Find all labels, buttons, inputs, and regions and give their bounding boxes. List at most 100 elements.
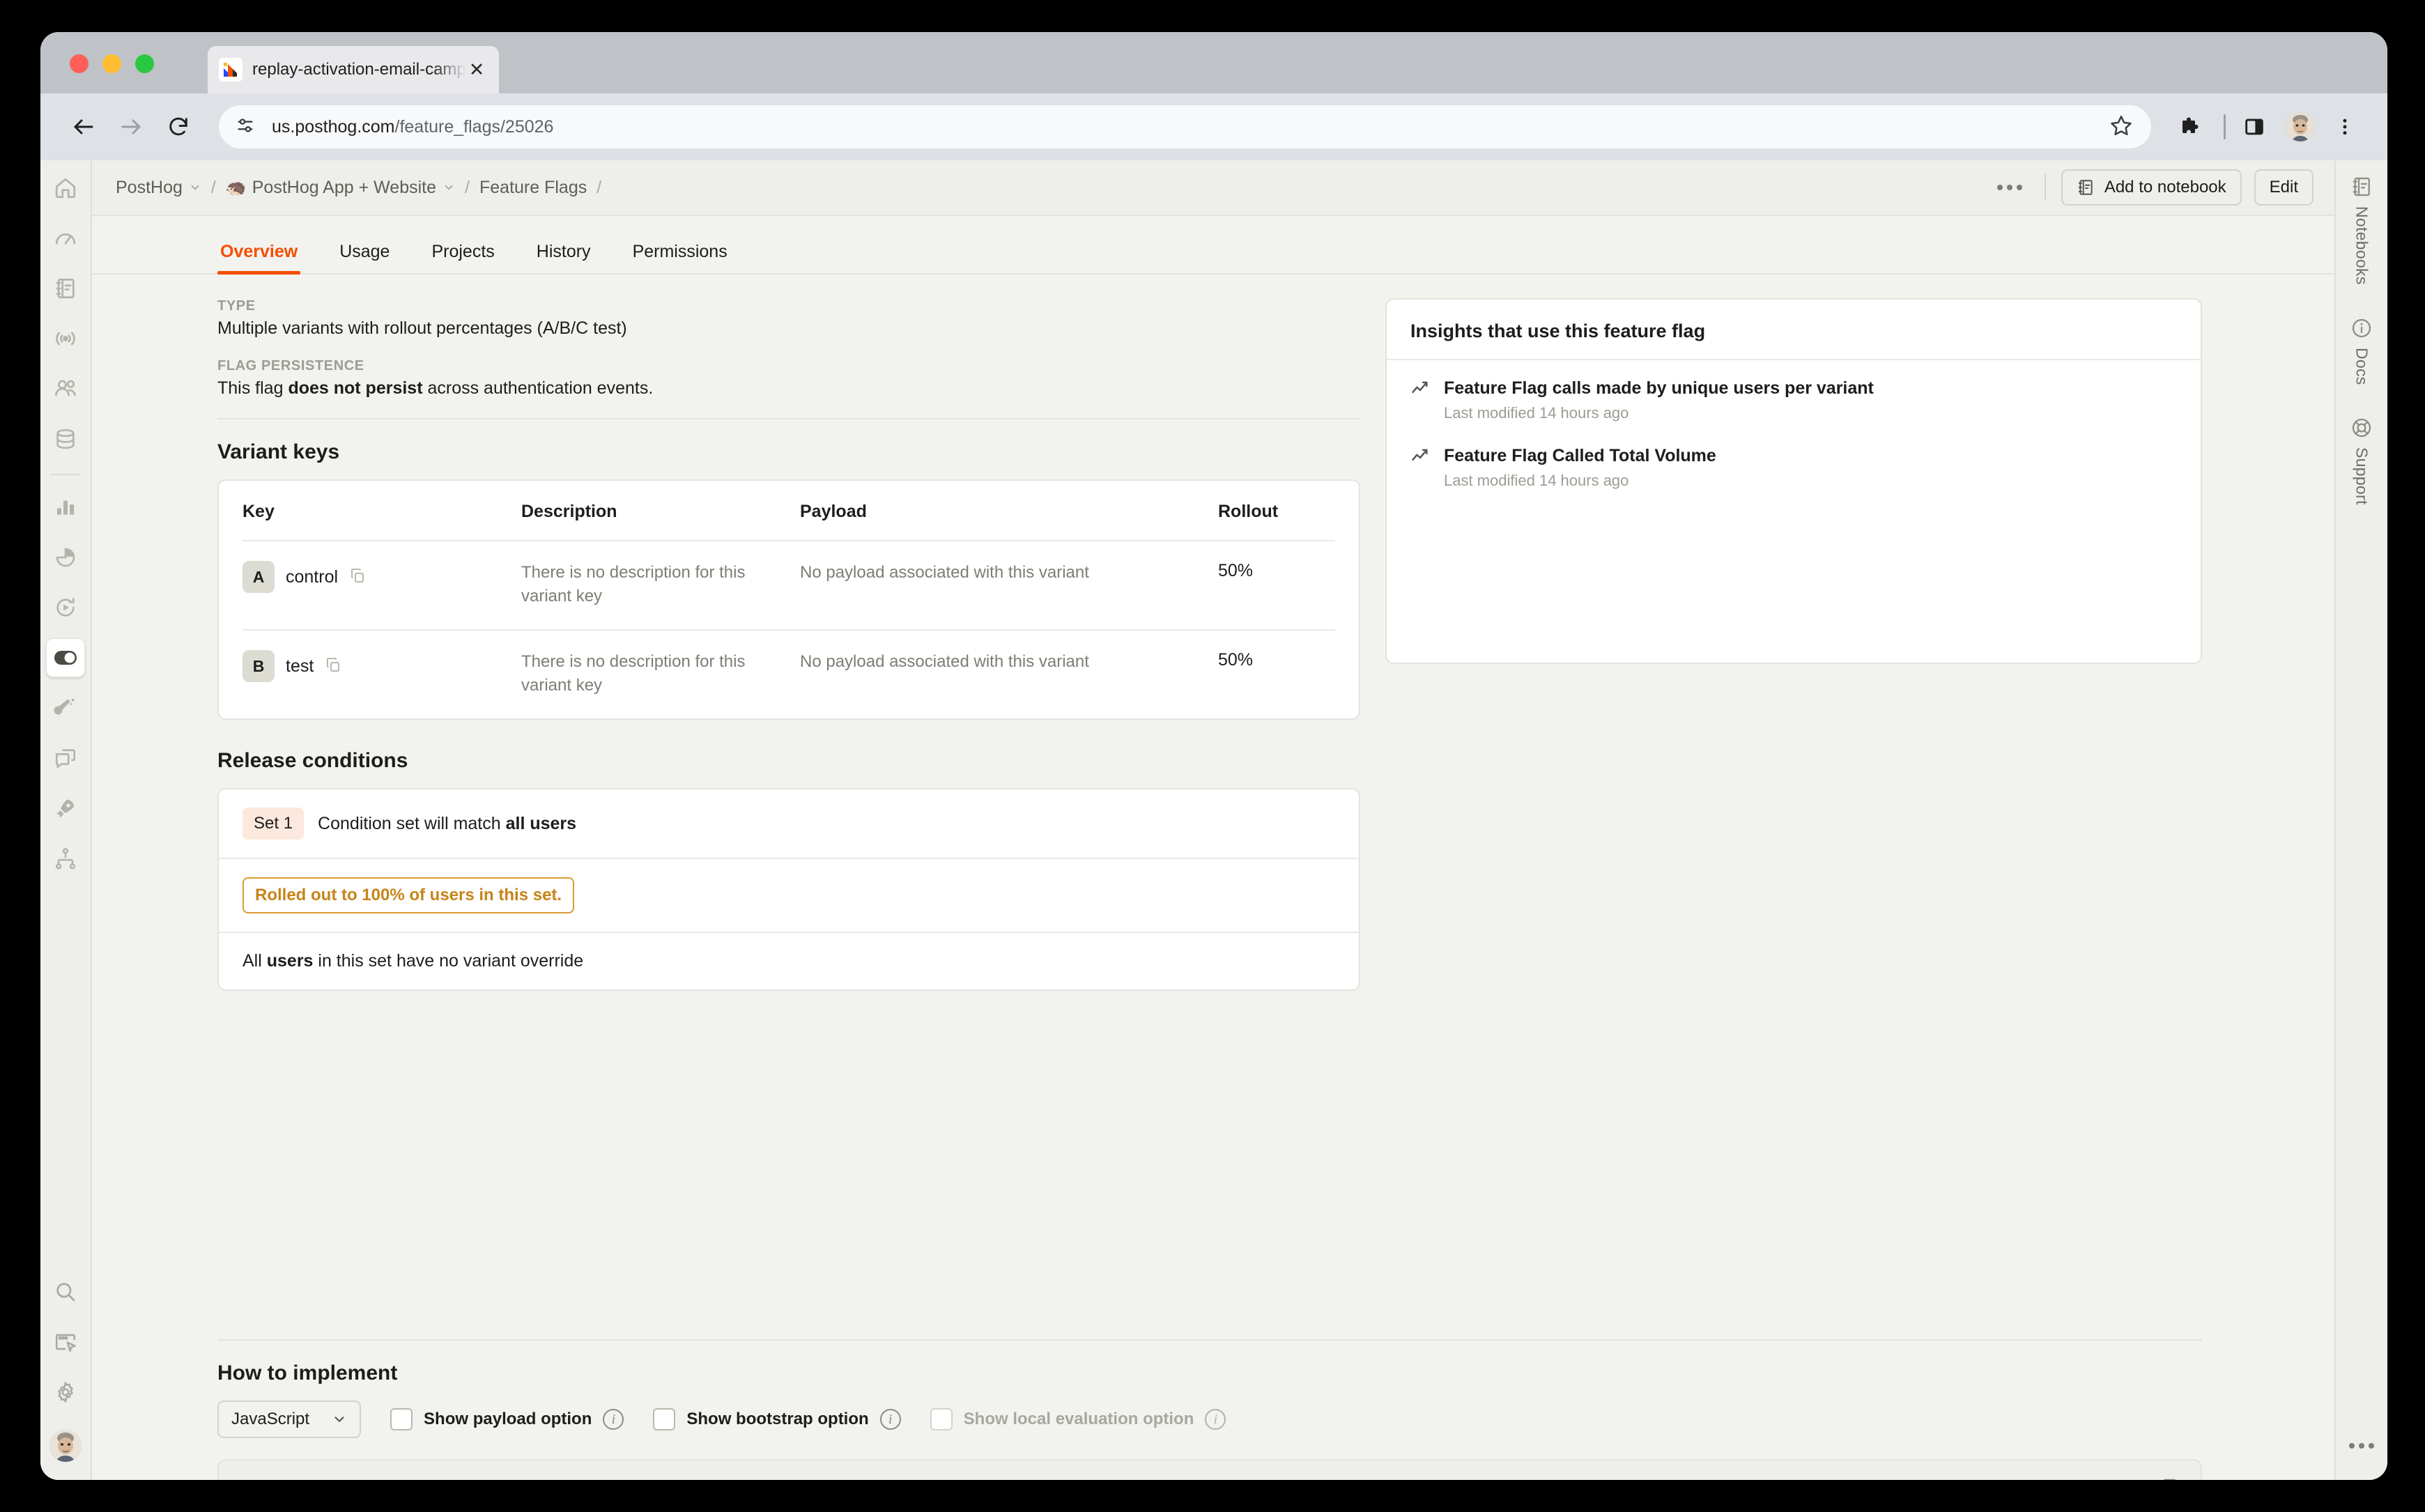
checkbox-label: Show payload option [424, 1410, 592, 1428]
checkbox-box[interactable] [653, 1408, 676, 1430]
copy-icon[interactable] [349, 567, 366, 587]
tab-overview[interactable]: Overview [217, 242, 301, 275]
column-header-key: Key [243, 502, 275, 521]
variant-payload: No payload associated with this variant [800, 563, 1089, 582]
add-to-notebook-button[interactable]: Add to notebook [2061, 169, 2242, 206]
toolbar-cursor-icon[interactable] [46, 1322, 85, 1361]
sidebar-item-people[interactable] [46, 369, 85, 408]
implementation-options-row: JavaScript Show payload option i Show bo… [217, 1401, 2202, 1438]
address-bar[interactable]: us.posthog.com/feature_flags/25026 [219, 105, 2151, 148]
tab-usage[interactable]: Usage [337, 242, 392, 273]
insights-title: Insights that use this feature flag [1387, 300, 2201, 360]
sidebar-item-web-analytics[interactable] [46, 538, 85, 577]
chrome-menu-icon[interactable] [2326, 108, 2364, 146]
column-header-description: Description [521, 502, 617, 521]
variant-description: There is no description for this variant… [521, 563, 746, 606]
list-item[interactable]: Feature Flag calls made by unique users … [1410, 378, 2177, 422]
browser-tab[interactable]: replay-activation-email-camp ✕ [208, 46, 499, 93]
variant-key-name: control [286, 566, 339, 587]
info-circle-icon [2352, 318, 2371, 337]
sidebar-item-activity[interactable] [46, 319, 85, 358]
sidebar-item-feature-flags[interactable] [46, 638, 85, 677]
more-dots-icon[interactable] [1990, 171, 2029, 203]
breadcrumb-separator: / [465, 177, 470, 197]
side-panel-icon[interactable] [2235, 108, 2273, 146]
tab-history[interactable]: History [534, 242, 594, 273]
bookmark-star-icon[interactable] [2109, 114, 2133, 141]
how-to-implement-title: How to implement [217, 1361, 398, 1384]
variant-override-row: All users in this set have no variant ov… [219, 933, 1359, 989]
sidebar-item-home[interactable] [46, 169, 85, 208]
gear-icon[interactable] [46, 1373, 85, 1412]
right-rail-item-support[interactable]: Support [2350, 417, 2373, 505]
forward-arrow-icon[interactable] [111, 107, 151, 146]
rail-bottom-group [46, 1272, 85, 1480]
column-header-rollout: Rollout [1218, 502, 1279, 521]
window-close-button[interactable] [70, 54, 88, 73]
condition-set-text: Condition set will match all users [318, 813, 577, 833]
info-icon[interactable]: i [603, 1409, 624, 1430]
back-arrow-icon[interactable] [64, 107, 103, 146]
language-select[interactable]: JavaScript [217, 1401, 362, 1438]
sidebar-item-surveys[interactable] [46, 739, 85, 778]
show-bootstrap-option-checkbox[interactable]: Show bootstrap option i [653, 1408, 901, 1430]
app-left-rail [40, 160, 92, 1480]
sidebar-item-pipeline[interactable] [46, 839, 85, 878]
extensions-puzzle-icon[interactable] [2172, 108, 2210, 146]
checkbox-box[interactable] [390, 1408, 413, 1430]
search-icon[interactable] [46, 1272, 85, 1311]
tab-permissions[interactable]: Permissions [630, 242, 730, 273]
info-icon[interactable]: i [879, 1409, 901, 1430]
tab-projects[interactable]: Projects [429, 242, 497, 273]
sidebar-item-experiments[interactable] [46, 688, 85, 727]
divider [217, 418, 1360, 419]
action-divider [2044, 174, 2046, 201]
checkbox-label: Show local evaluation option [963, 1410, 1194, 1428]
list-item[interactable]: Feature Flag Called Total Volume Last mo… [1410, 446, 2177, 490]
breadcrumb: PostHog / 🦔 PostHog App + Website / Feat… [92, 160, 2334, 216]
sidebar-item-dashboards[interactable] [46, 219, 85, 258]
notebook-icon [2078, 180, 2093, 195]
variant-override-text: All users in this set have no variant ov… [243, 951, 584, 971]
window-minimize-button[interactable] [102, 54, 121, 73]
sidebar-item-notebooks[interactable] [46, 269, 85, 308]
trend-line-icon [1410, 378, 1430, 422]
profile-avatar-icon[interactable] [2286, 112, 2315, 141]
right-rail-more[interactable] [2347, 1440, 2376, 1480]
page-content: TYPE Multiple variants with rollout perc… [92, 275, 2334, 1480]
window-maximize-button[interactable] [135, 54, 154, 73]
sidebar-item-data-management[interactable] [46, 419, 85, 458]
breadcrumb-item-organization[interactable]: PostHog [116, 178, 201, 198]
show-payload-option-checkbox[interactable]: Show payload option i [390, 1408, 624, 1430]
right-rail-item-docs[interactable]: Docs [2350, 317, 2373, 385]
sidebar-item-session-replay[interactable] [46, 588, 85, 627]
user-avatar[interactable] [49, 1430, 82, 1462]
variant-badge: B [243, 650, 275, 683]
right-rail-label: Notebooks [2353, 206, 2371, 285]
breadcrumb-label: PostHog [116, 177, 183, 197]
copy-icon[interactable] [325, 656, 341, 677]
breadcrumb-separator: / [596, 177, 602, 197]
show-local-evaluation-option-checkbox: Show local evaluation option i [930, 1408, 1226, 1430]
insights-card: Insights that use this feature flag Feat… [1385, 298, 2202, 664]
edit-button[interactable]: Edit [2254, 169, 2314, 206]
variant-rollout: 50% [1218, 561, 1254, 580]
variant-keys-title: Variant keys [217, 440, 340, 463]
reload-icon[interactable] [159, 107, 198, 146]
language-select-value: JavaScript [231, 1410, 310, 1428]
sidebar-item-product-analytics[interactable] [46, 488, 85, 527]
copy-icon[interactable] [2160, 1477, 2182, 1480]
right-rail-item-notebooks[interactable]: Notebooks [2350, 176, 2373, 285]
page-viewport: PostHog / 🦔 PostHog App + Website / Feat… [40, 160, 2387, 1480]
close-icon[interactable]: ✕ [465, 59, 488, 81]
insight-subtitle: Last modified 14 hours ago [1444, 404, 1629, 422]
sidebar-item-early-access[interactable] [46, 789, 85, 828]
chevron-down-icon [334, 1417, 344, 1422]
breadcrumb-separator: / [210, 177, 216, 197]
breadcrumb-item-project[interactable]: 🦔 PostHog App + Website [226, 178, 455, 198]
site-settings-icon[interactable] [234, 114, 256, 140]
insights-list: Feature Flag calls made by unique users … [1387, 360, 2201, 663]
breadcrumb-item-feature-flags[interactable]: Feature Flags [479, 178, 587, 198]
info-icon[interactable]: i [1205, 1409, 1226, 1430]
address-bar-url: us.posthog.com/feature_flags/25026 [272, 116, 554, 137]
